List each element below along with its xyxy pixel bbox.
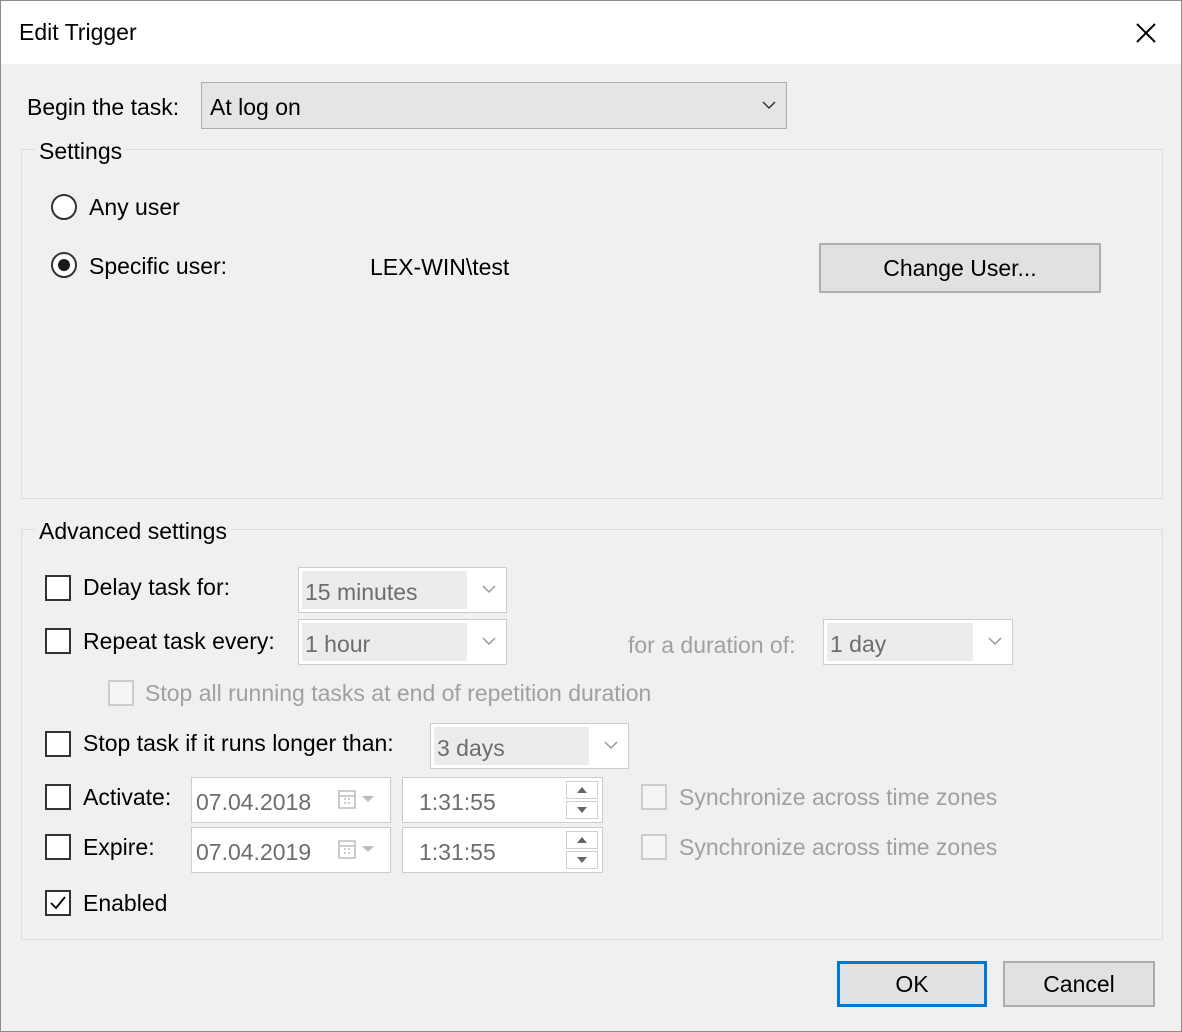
duration-select[interactable]: 1 day [823, 619, 1013, 665]
chevron-down-icon [988, 637, 1002, 646]
chevron-down-icon [762, 100, 776, 109]
any-user-label[interactable]: Any user [89, 194, 180, 221]
activate-date-picker[interactable]: 07.04.2018 [191, 777, 391, 823]
expire-time-up-button[interactable] [566, 831, 598, 849]
repeat-task-label[interactable]: Repeat task every: [83, 628, 275, 655]
close-button[interactable] [1111, 1, 1181, 64]
expire-date-value: 07.04.2019 [196, 839, 312, 865]
enabled-label[interactable]: Enabled [83, 890, 167, 917]
activate-time-value: 1:31:55 [419, 789, 496, 815]
stop-all-tasks-label[interactable]: Stop all running tasks at end of repetit… [145, 680, 651, 707]
duration-label: for a duration of: [628, 632, 796, 658]
expire-time-field[interactable]: 1:31:55 [402, 827, 603, 873]
calendar-dropdown-icon [338, 840, 374, 859]
settings-legend: Settings [35, 138, 127, 165]
spin-down-icon [577, 807, 587, 813]
stop-all-tasks-checkbox[interactable] [108, 680, 134, 706]
stop-task-label[interactable]: Stop task if it runs longer than: [83, 730, 394, 757]
chevron-down-icon [482, 585, 496, 594]
begin-task-value: At log on [210, 94, 301, 120]
activate-time-field[interactable]: 1:31:55 [402, 777, 603, 823]
activate-label[interactable]: Activate: [83, 784, 171, 811]
expire-sync-label[interactable]: Synchronize across time zones [679, 834, 997, 861]
repeat-task-select[interactable]: 1 hour [298, 619, 507, 665]
cancel-button[interactable]: Cancel [1003, 961, 1155, 1007]
begin-task-label: Begin the task: [27, 94, 180, 120]
activate-sync-checkbox[interactable] [641, 784, 667, 810]
specific-user-radio[interactable] [51, 252, 77, 278]
activate-time-up-button[interactable] [566, 781, 598, 799]
advanced-settings-legend: Advanced settings [35, 518, 231, 545]
expire-label[interactable]: Expire: [83, 834, 155, 861]
ok-button[interactable]: OK [837, 961, 987, 1007]
window-title: Edit Trigger [19, 19, 137, 45]
repeat-task-value: 1 hour [305, 631, 371, 657]
delay-task-select[interactable]: 15 minutes [298, 567, 507, 613]
calendar-dropdown-icon [338, 790, 374, 809]
change-user-button[interactable]: Change User... [819, 243, 1101, 293]
stop-task-select[interactable]: 3 days [430, 723, 629, 769]
spin-up-icon [577, 787, 587, 793]
enabled-checkbox[interactable] [45, 890, 71, 916]
activate-sync-label[interactable]: Synchronize across time zones [679, 784, 997, 811]
delay-task-label[interactable]: Delay task for: [83, 574, 230, 601]
title-bar: Edit Trigger [1, 1, 1181, 64]
expire-time-value: 1:31:55 [419, 839, 496, 865]
stop-task-value: 3 days [437, 735, 505, 761]
delay-task-value: 15 minutes [305, 579, 418, 605]
close-icon [1136, 22, 1156, 43]
settings-group [21, 149, 1163, 499]
expire-checkbox[interactable] [45, 834, 71, 860]
repeat-task-checkbox[interactable] [45, 628, 71, 654]
duration-value: 1 day [830, 631, 887, 657]
activate-time-down-button[interactable] [566, 801, 598, 819]
specific-user-label[interactable]: Specific user: [89, 253, 227, 280]
delay-task-checkbox[interactable] [45, 575, 71, 601]
stop-task-checkbox[interactable] [45, 731, 71, 757]
specific-user-value: LEX-WIN\test [370, 254, 510, 280]
activate-checkbox[interactable] [45, 784, 71, 810]
begin-task-select[interactable]: At log on [201, 82, 787, 129]
expire-time-down-button[interactable] [566, 851, 598, 869]
chevron-down-icon [604, 741, 618, 750]
expire-date-picker[interactable]: 07.04.2019 [191, 827, 391, 873]
spin-down-icon [577, 857, 587, 863]
chevron-down-icon [482, 637, 496, 646]
expire-sync-checkbox[interactable] [641, 834, 667, 860]
any-user-radio[interactable] [51, 194, 77, 220]
spin-up-icon [577, 837, 587, 843]
activate-date-value: 07.04.2018 [196, 789, 312, 815]
checkmark-icon [50, 896, 66, 910]
edit-trigger-dialog: Edit Trigger Begin the task: At log on S… [0, 0, 1182, 1032]
